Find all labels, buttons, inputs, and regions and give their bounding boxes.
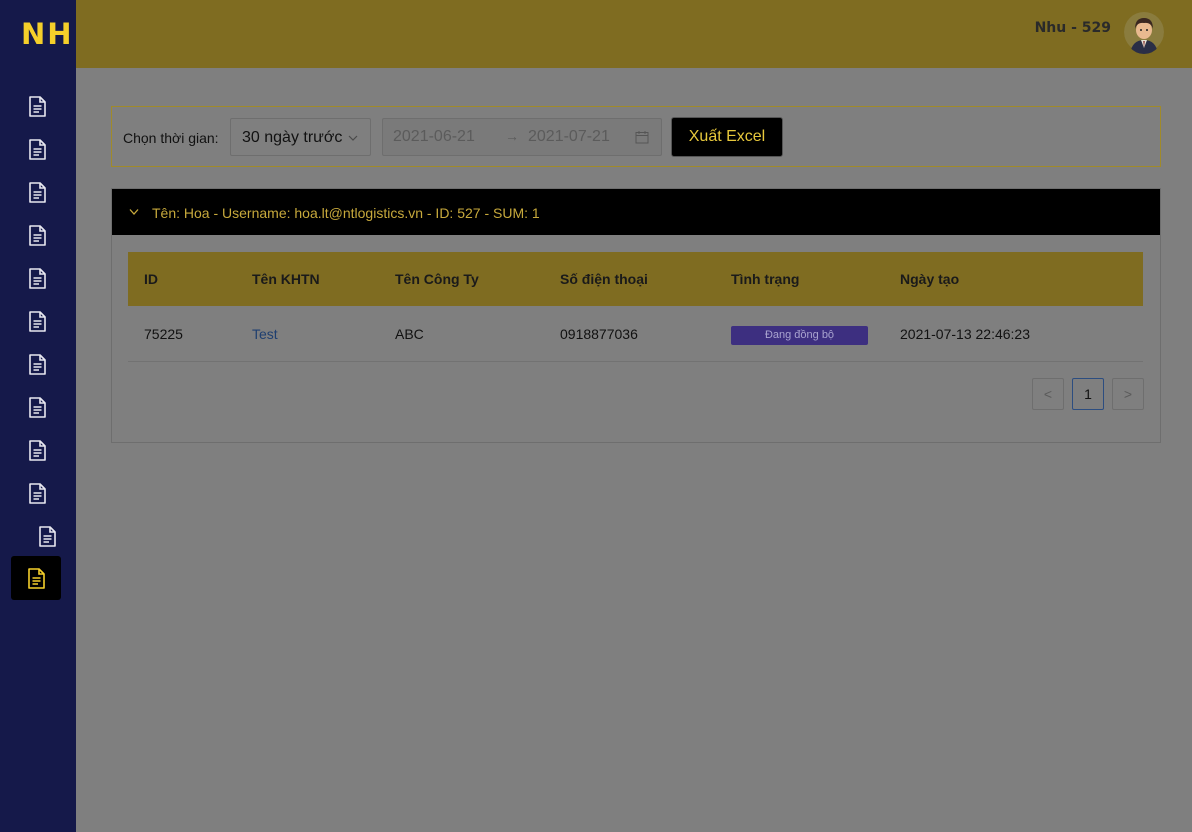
chevron-down-icon — [129, 209, 139, 215]
sidebar-item-3[interactable] — [26, 180, 48, 204]
sidebar-item-6[interactable] — [26, 309, 48, 333]
date-range-start[interactable]: 2021-06-21 — [393, 128, 475, 146]
column-header-status: Tình trạng — [731, 271, 800, 287]
document-icon — [28, 95, 46, 117]
document-icon — [28, 482, 46, 504]
sidebar-item-1[interactable] — [26, 94, 48, 118]
column-header-id: ID — [144, 271, 158, 287]
pagination-page-1[interactable]: 1 — [1072, 378, 1104, 410]
table-row: 75225 Test ABC 0918877036 Đang đồng bộ 2… — [128, 306, 1143, 362]
status-badge: Đang đồng bộ — [731, 326, 868, 345]
top-header: Nhu - 529 — [76, 0, 1192, 68]
column-header-created: Ngày tạo — [900, 271, 960, 287]
sidebar-item-7[interactable] — [26, 352, 48, 376]
column-header-phone: Số điện thoại — [560, 271, 648, 287]
table-header: ID Tên KHTN Tên Công Ty Số điện thoại Tì… — [128, 252, 1143, 306]
user-name[interactable]: Nhu - 529 — [1035, 20, 1111, 36]
document-icon — [38, 525, 56, 547]
sidebar: NHF — [0, 0, 76, 832]
document-icon — [28, 439, 46, 461]
panel-header[interactable]: Tên: Hoa - Username: hoa.lt@ntlogistics.… — [112, 189, 1160, 235]
document-icon — [28, 224, 46, 246]
date-range-end[interactable]: 2021-07-21 — [528, 128, 610, 146]
period-select-value: 30 ngày trước — [242, 129, 343, 146]
date-range-separator: → — [505, 128, 519, 144]
column-header-company: Tên Công Ty — [395, 271, 479, 287]
document-icon — [28, 138, 46, 160]
sidebar-item-12[interactable] — [11, 556, 61, 600]
cell-company: ABC — [395, 326, 424, 342]
export-excel-button[interactable]: Xuất Excel — [671, 117, 783, 157]
column-header-name: Tên KHTN — [252, 271, 320, 287]
cell-created: 2021-07-13 22:46:23 — [900, 326, 1030, 342]
document-icon — [28, 396, 46, 418]
sidebar-item-5[interactable] — [26, 266, 48, 290]
document-icon — [28, 353, 46, 375]
avatar-icon[interactable] — [1124, 10, 1164, 54]
document-icon — [27, 567, 45, 589]
pagination-prev-button[interactable]: < — [1032, 378, 1064, 410]
cell-name-link[interactable]: Test — [252, 326, 278, 342]
sidebar-item-11[interactable] — [36, 524, 58, 548]
date-range-picker[interactable]: 2021-06-21 → 2021-07-21 — [382, 118, 662, 156]
sidebar-item-4[interactable] — [26, 223, 48, 247]
filter-bar: Chọn thời gian: 30 ngày trước 2021-06-21… — [111, 106, 1161, 167]
period-select[interactable]: 30 ngày trước — [230, 118, 371, 156]
chevron-down-icon — [348, 135, 358, 141]
user-collapse-panel: Tên: Hoa - Username: hoa.lt@ntlogistics.… — [111, 188, 1161, 443]
document-icon — [28, 267, 46, 289]
cell-id: 75225 — [144, 326, 183, 342]
calendar-icon — [635, 131, 649, 144]
document-icon — [28, 310, 46, 332]
sidebar-item-9[interactable] — [26, 438, 48, 462]
panel-title: Tên: Hoa - Username: hoa.lt@ntlogistics.… — [152, 205, 540, 221]
sidebar-item-10[interactable] — [26, 481, 48, 505]
brand-logo[interactable]: NHF — [21, 16, 76, 52]
time-filter-label: Chọn thời gian: — [123, 130, 219, 146]
cell-phone: 0918877036 — [560, 326, 638, 342]
sidebar-item-8[interactable] — [26, 395, 48, 419]
document-icon — [28, 181, 46, 203]
pagination-next-button[interactable]: > — [1112, 378, 1144, 410]
sidebar-item-2[interactable] — [26, 137, 48, 161]
